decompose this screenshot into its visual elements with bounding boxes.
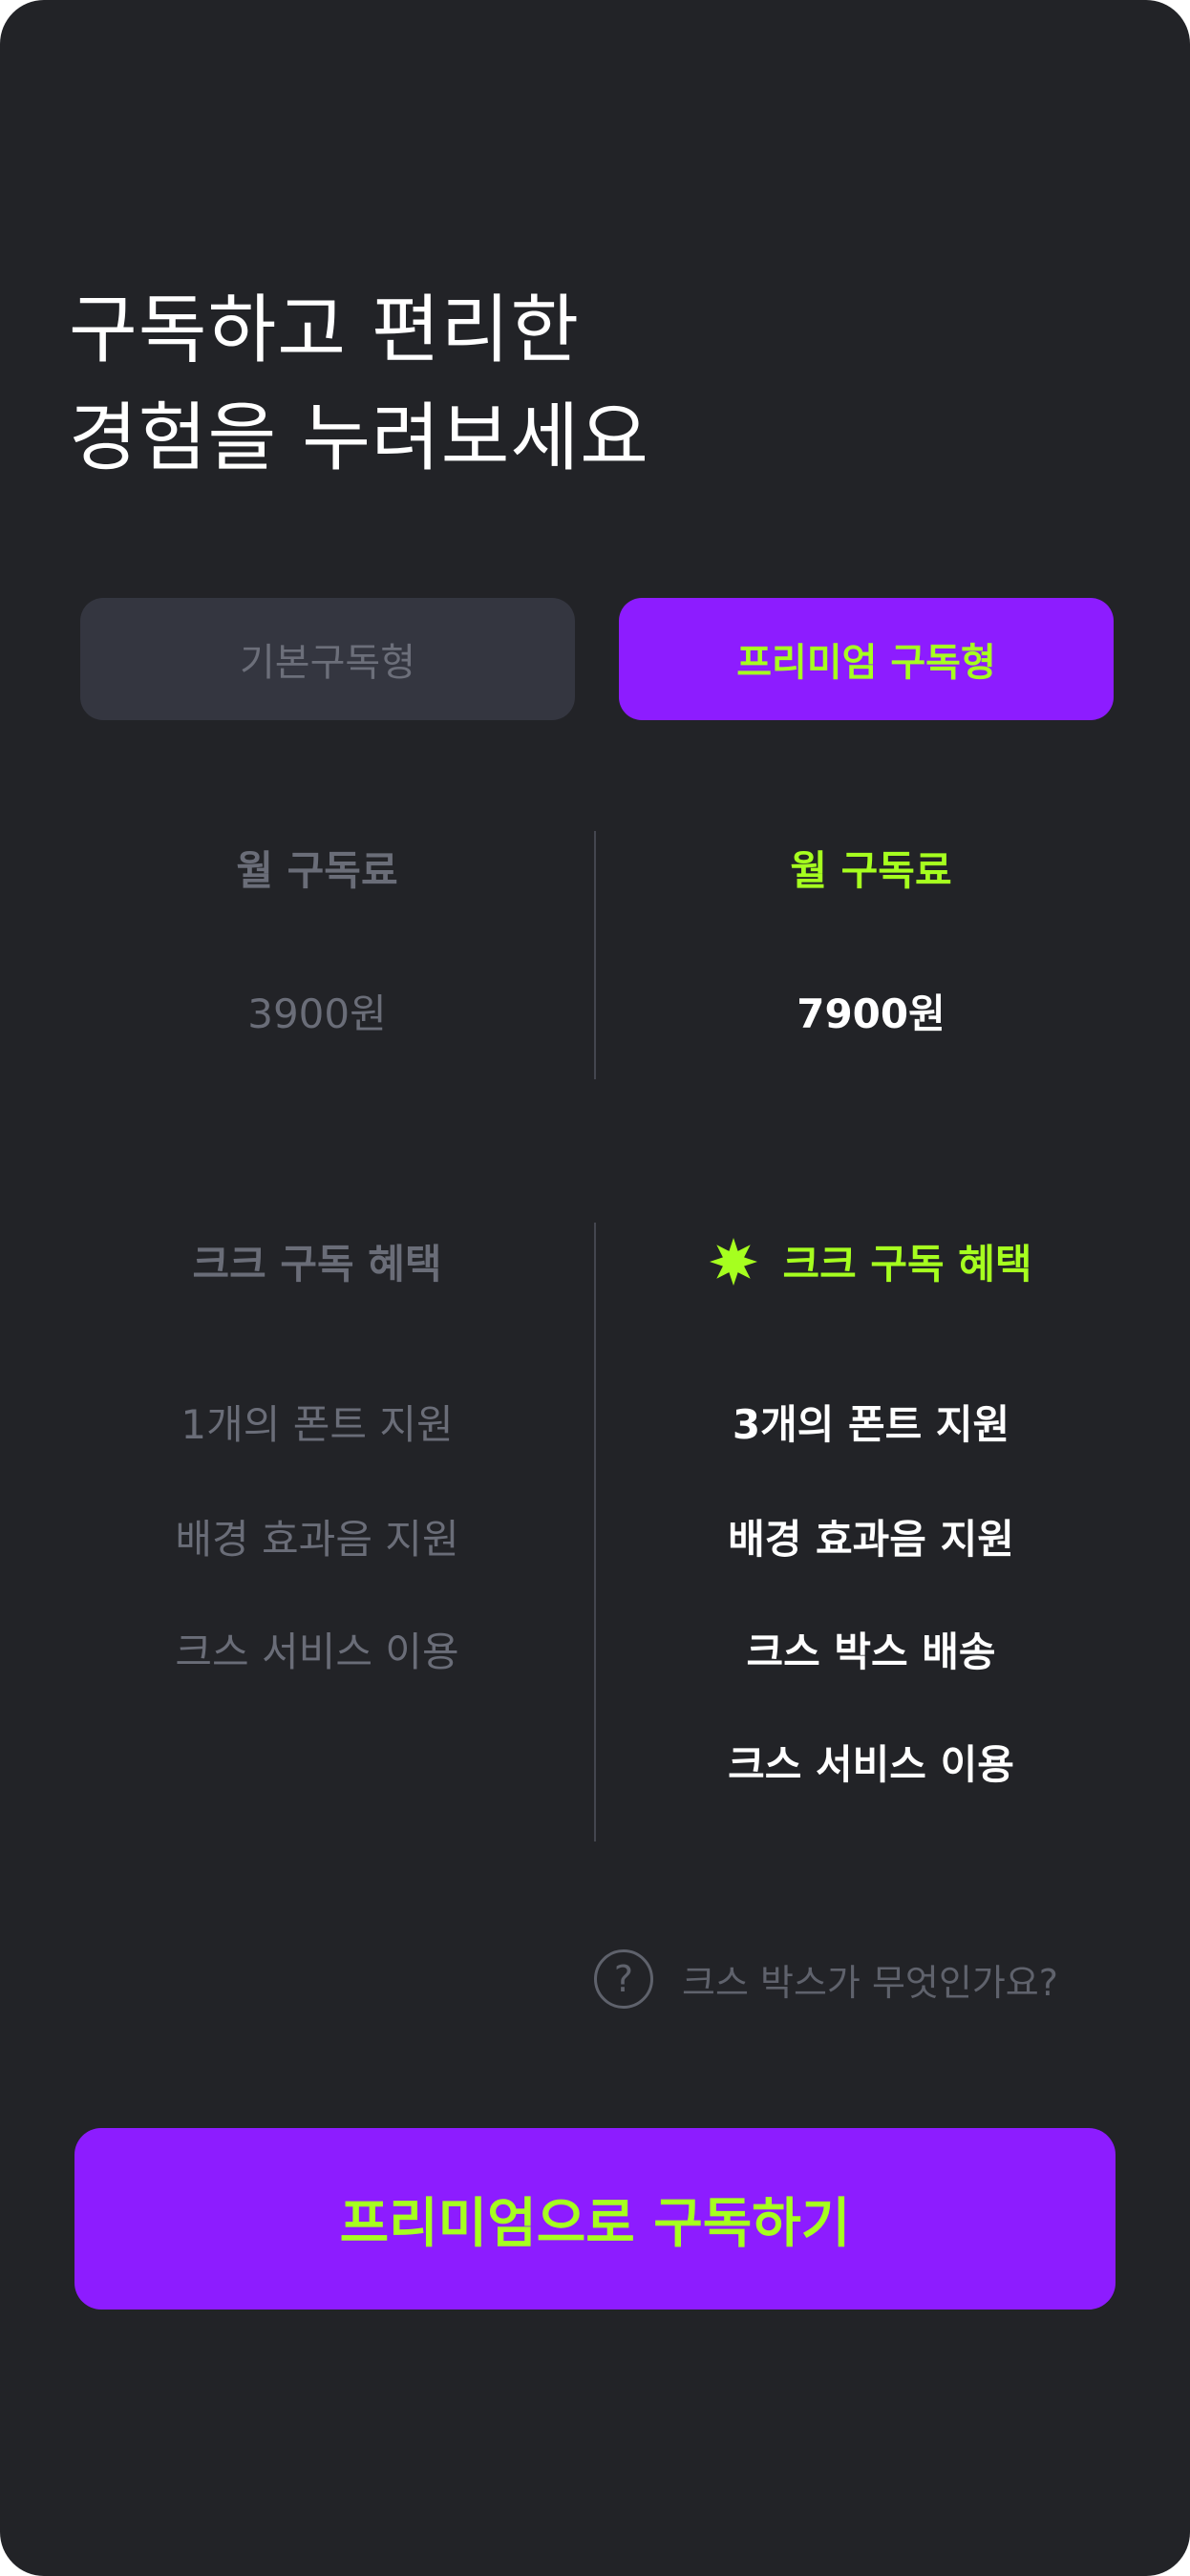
basic-benefit-item: 배경 효과음 지원 [175, 1516, 459, 1563]
box-info-link[interactable]: ? 크스 박스가 무엇인가요? [594, 1946, 1058, 2012]
basic-benefit-item: 크스 서비스 이용 [175, 1629, 459, 1675]
page-title-line-2: 경험을 누려보세요 [69, 395, 649, 481]
premium-benefit-item: 3개의 폰트 지원 [732, 1401, 1010, 1448]
basic-benefit-item: 1개의 폰트 지원 [181, 1401, 454, 1448]
subscription-screen: 구독하고 편리한 경험을 누려보세요 기본구독형 프리미엄 구독형 월 구독료 … [0, 0, 1190, 2576]
premium-benefit-item: 크스 서비스 이용 [728, 1741, 1014, 1788]
box-info-text[interactable]: 크스 박스가 무엇인가요? [682, 1953, 1058, 2006]
premium-benefit-item: 배경 효과음 지원 [728, 1516, 1014, 1563]
premium-benefits-header: 크크 구독 혜택 [623, 1232, 1119, 1290]
pricing-divider [594, 831, 596, 1079]
premium-price-label: 월 구독료 [790, 847, 952, 894]
basic-benefits-title: 크크 구독 혜택 [192, 1241, 442, 1288]
subscribe-premium-button[interactable]: 프리미엄으로 구독하기 [74, 2128, 1116, 2310]
page-title: 구독하고 편리한 경험을 누려보세요 [69, 277, 649, 493]
basic-price-value: 3900원 [247, 990, 387, 1037]
page-title-line-1: 구독하고 편리한 [69, 287, 581, 373]
question-circle-icon[interactable]: ? [594, 1949, 653, 2009]
premium-benefit-item: 크스 박스 배송 [746, 1629, 996, 1675]
premium-benefits-title: 크크 구독 혜택 [782, 1241, 1032, 1288]
tab-basic-subscription[interactable]: 기본구독형 [80, 598, 575, 720]
premium-price-value: 7900원 [797, 990, 946, 1037]
burst-star-icon [710, 1237, 758, 1286]
benefits-divider [594, 1223, 596, 1842]
tab-premium-subscription[interactable]: 프리미엄 구독형 [619, 598, 1114, 720]
basic-price-label: 월 구독료 [236, 847, 398, 894]
